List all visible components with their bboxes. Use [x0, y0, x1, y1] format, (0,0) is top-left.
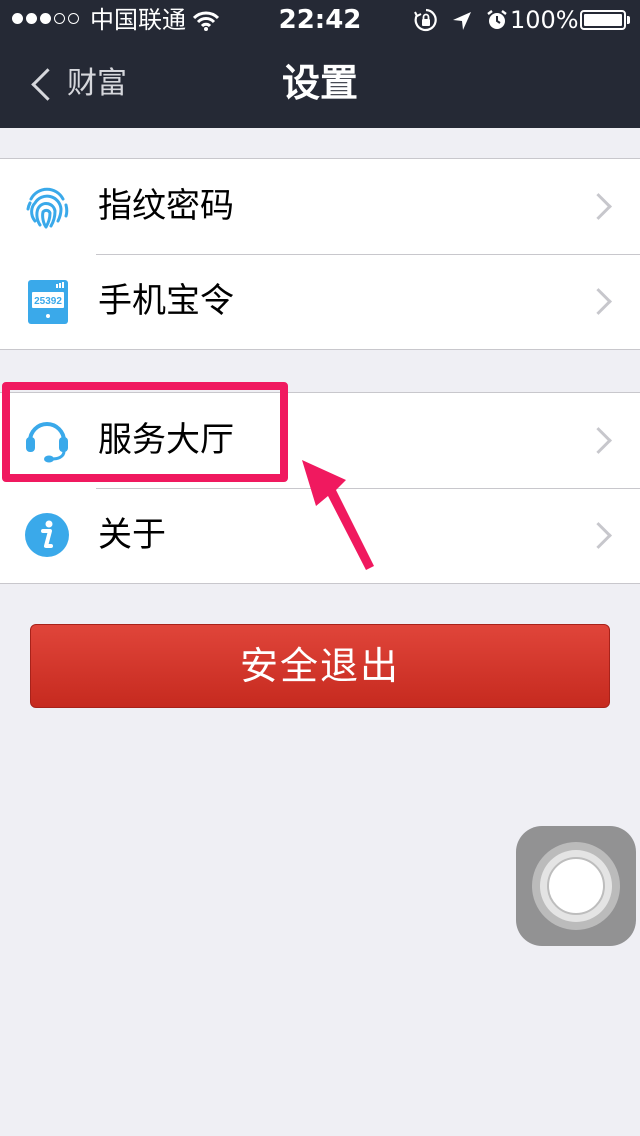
page-title: 设置: [281, 61, 358, 105]
phone-token-code: 25392: [34, 296, 62, 307]
assistive-touch-button[interactable]: [516, 826, 636, 946]
chevron-right-icon: [585, 193, 612, 220]
status-bar: 中国联通 22:42 100%: [0, 0, 640, 40]
chevron-right-icon: [585, 522, 612, 549]
settings-group-security: 指纹密码 25392 手机宝令: [0, 158, 640, 350]
navigation-bar: 财富 设置: [0, 40, 640, 128]
settings-row-phone-token[interactable]: 25392 手机宝令: [0, 254, 640, 349]
alarm-icon: [486, 9, 508, 37]
battery-icon: [580, 10, 630, 30]
battery-percent: 100%: [510, 6, 579, 34]
settings-row-label: 指纹密码: [98, 186, 234, 226]
settings-row-label: 关于: [98, 515, 166, 555]
chevron-right-icon: [585, 288, 612, 315]
fingerprint-icon: [24, 183, 70, 229]
assistive-touch-icon: [547, 857, 605, 915]
phone-token-icon: 25392: [28, 280, 68, 324]
info-icon: [24, 512, 70, 558]
chevron-right-icon: [585, 427, 612, 454]
annotation-highlight-box: [2, 382, 288, 482]
settings-row-fingerprint[interactable]: 指纹密码: [0, 159, 640, 254]
rotation-lock-icon: [414, 8, 438, 38]
annotation-arrow-icon: [302, 460, 374, 570]
logout-button[interactable]: 安全退出: [30, 624, 610, 708]
settings-row-label: 手机宝令: [98, 281, 234, 321]
location-icon: [452, 9, 472, 37]
